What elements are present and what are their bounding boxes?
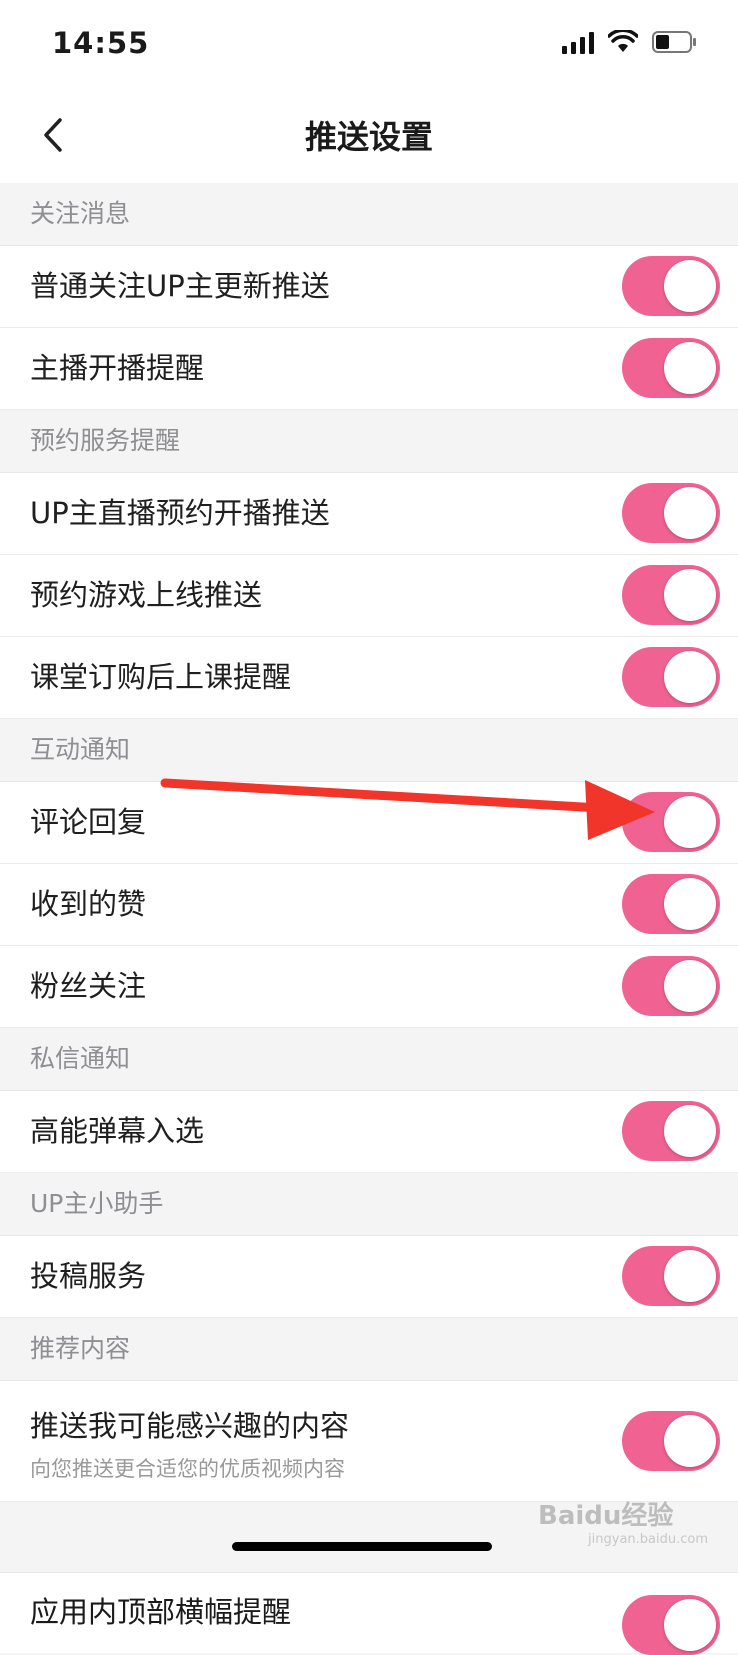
toggle-switch[interactable] bbox=[622, 1246, 720, 1306]
toggle-knob bbox=[664, 1415, 716, 1467]
setting-row: 评论回复 bbox=[0, 782, 738, 864]
setting-row: 课堂订购后上课提醒 bbox=[0, 637, 738, 719]
toggle-switch[interactable] bbox=[622, 256, 720, 316]
toggle-switch[interactable] bbox=[622, 565, 720, 625]
toggle-knob bbox=[664, 1599, 716, 1651]
toggle-switch[interactable] bbox=[622, 1595, 720, 1655]
signal-icon bbox=[562, 30, 594, 54]
settings-list: 关注消息 普通关注UP主更新推送 主播开播提醒 预约服务提醒 UP主直播预约开播… bbox=[0, 183, 738, 1655]
toggle-switch[interactable] bbox=[622, 338, 720, 398]
setting-row: 预约游戏上线推送 bbox=[0, 555, 738, 637]
setting-description: 向您推送更合适您的优质视频内容 bbox=[30, 1457, 345, 1481]
toggle-knob bbox=[664, 796, 716, 848]
section-header: UP主小助手 bbox=[0, 1173, 738, 1236]
setting-row: 投稿服务 bbox=[0, 1236, 738, 1318]
toggle-knob bbox=[664, 878, 716, 930]
setting-label: 高能弹幕入选 bbox=[30, 1114, 205, 1148]
setting-label: 投稿服务 bbox=[30, 1259, 147, 1293]
setting-label: 预约游戏上线推送 bbox=[30, 578, 263, 612]
setting-row: 普通关注UP主更新推送 bbox=[0, 246, 738, 328]
toggle-switch[interactable] bbox=[622, 792, 720, 852]
watermark: Baidu经验 jingyan.baidu.com bbox=[538, 1495, 708, 1547]
setting-row: 应用内顶部横幅提醒 bbox=[0, 1572, 738, 1655]
setting-label: 普通关注UP主更新推送 bbox=[30, 269, 330, 303]
watermark-brand: Baidu经验 bbox=[538, 1501, 674, 1531]
status-bar: 14:55 bbox=[0, 0, 738, 88]
toggle-knob bbox=[664, 569, 716, 621]
toggle-switch[interactable] bbox=[622, 956, 720, 1016]
toggle-switch[interactable] bbox=[622, 874, 720, 934]
setting-label: 主播开播提醒 bbox=[30, 351, 205, 385]
setting-row: UP主直播预约开播推送 bbox=[0, 473, 738, 555]
setting-label: 应用内顶部横幅提醒 bbox=[30, 1595, 292, 1629]
toggle-knob bbox=[664, 651, 716, 703]
toggle-knob bbox=[664, 342, 716, 394]
section-header: 预约服务提醒 bbox=[0, 410, 738, 473]
toggle-knob bbox=[664, 487, 716, 539]
section-header: 互动通知 bbox=[0, 719, 738, 782]
toggle-knob bbox=[664, 960, 716, 1012]
nav-bar: 推送设置 bbox=[0, 88, 738, 183]
toggle-switch[interactable] bbox=[622, 1101, 720, 1161]
toggle-knob bbox=[664, 260, 716, 312]
section-header: 关注消息 bbox=[0, 183, 738, 246]
section-header: 推荐内容 bbox=[0, 1318, 738, 1381]
toggle-switch[interactable] bbox=[622, 647, 720, 707]
setting-label: 课堂订购后上课提醒 bbox=[30, 660, 292, 694]
watermark-url: jingyan.baidu.com bbox=[588, 1532, 708, 1547]
section-header: 私信通知 bbox=[0, 1028, 738, 1091]
setting-label: 收到的赞 bbox=[30, 887, 147, 921]
toggle-knob bbox=[664, 1250, 716, 1302]
wifi-icon bbox=[608, 30, 638, 54]
toggle-switch[interactable] bbox=[622, 1411, 720, 1471]
status-time: 14:55 bbox=[52, 26, 150, 60]
toggle-knob bbox=[664, 1105, 716, 1157]
setting-label: 粉丝关注 bbox=[30, 969, 147, 1003]
toggle-switch[interactable] bbox=[622, 483, 720, 543]
setting-label: 评论回复 bbox=[30, 805, 147, 839]
battery-icon bbox=[652, 30, 698, 54]
page-title: 推送设置 bbox=[304, 118, 433, 156]
setting-row: 主播开播提醒 bbox=[0, 328, 738, 410]
setting-row: 收到的赞 bbox=[0, 864, 738, 946]
home-indicator bbox=[232, 1542, 492, 1551]
setting-label: 推送我可能感兴趣的内容 bbox=[30, 1409, 350, 1443]
setting-row: 粉丝关注 bbox=[0, 946, 738, 1028]
setting-row: 推送我可能感兴趣的内容 向您推送更合适您的优质视频内容 bbox=[0, 1381, 738, 1502]
setting-row: 高能弹幕入选 bbox=[0, 1091, 738, 1173]
status-icons bbox=[562, 30, 698, 54]
setting-label: UP主直播预约开播推送 bbox=[30, 496, 330, 530]
